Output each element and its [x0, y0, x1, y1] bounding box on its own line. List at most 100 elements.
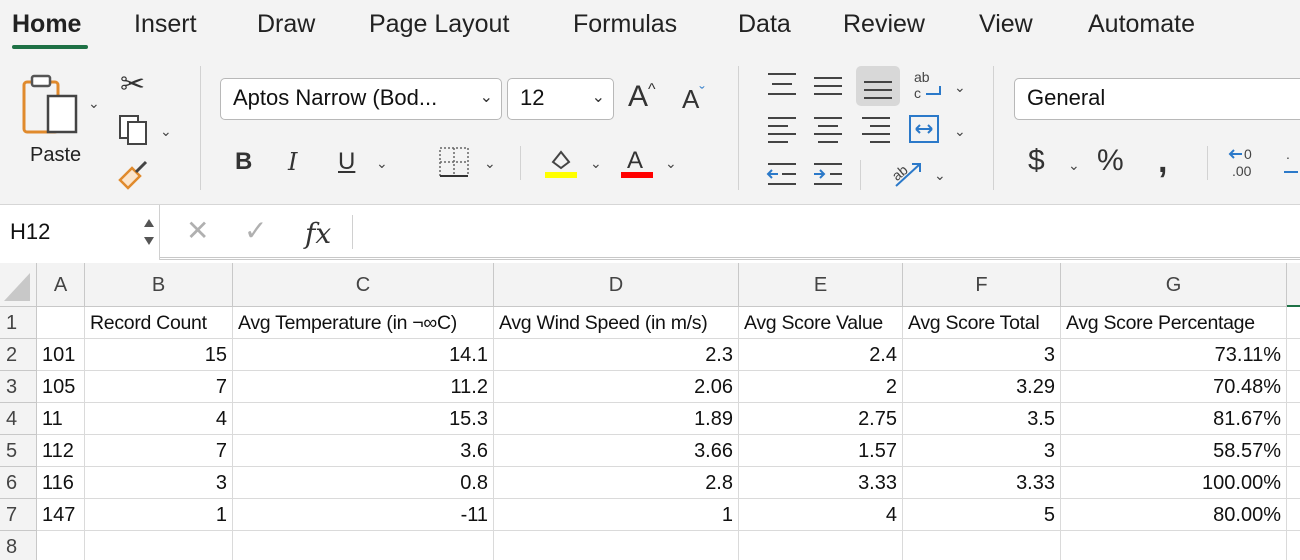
merge-center-button[interactable]	[908, 114, 942, 149]
table-cell[interactable]: 1.89	[494, 403, 739, 435]
name-box-stepper-icon[interactable]	[142, 213, 156, 251]
table-cell[interactable]	[494, 531, 739, 560]
table-cell[interactable]: 116	[37, 467, 85, 499]
insert-function-icon[interactable]: fx	[305, 217, 331, 250]
select-all-corner[interactable]	[0, 263, 37, 307]
table-cell[interactable]	[1287, 403, 1300, 435]
number-format-dropdown[interactable]: General	[1014, 78, 1300, 120]
table-cell[interactable]: 7	[85, 435, 233, 467]
bold-icon[interactable]: B	[235, 150, 252, 174]
font-color-button[interactable]: A	[619, 144, 655, 185]
align-bottom-button[interactable]	[856, 66, 900, 106]
table-cell[interactable]: 1	[494, 499, 739, 531]
enter-formula-icon[interactable]: ✓	[244, 217, 267, 245]
column-header-f[interactable]: F	[903, 263, 1061, 307]
table-cell[interactable]: 81.67%	[1061, 403, 1287, 435]
table-cell[interactable]: 3	[903, 339, 1061, 371]
align-left-button[interactable]	[766, 114, 800, 149]
align-right-button[interactable]	[860, 114, 894, 149]
table-cell[interactable]: 4	[739, 499, 903, 531]
percent-format-icon[interactable]: %	[1097, 146, 1124, 176]
table-cell[interactable]: -11	[233, 499, 494, 531]
cut-icon[interactable]: ✂	[120, 70, 145, 100]
tab-formulas[interactable]: Formulas	[573, 10, 677, 39]
tab-page-layout[interactable]: Page Layout	[369, 10, 509, 39]
column-header-d[interactable]: D	[494, 263, 739, 307]
table-cell[interactable]: 2.4	[739, 339, 903, 371]
table-cell[interactable]	[903, 531, 1061, 560]
table-cell[interactable]: 112	[37, 435, 85, 467]
table-cell[interactable]: 101	[37, 339, 85, 371]
table-cell[interactable]: 70.48%	[1061, 371, 1287, 403]
table-cell[interactable]: 73.11%	[1061, 339, 1287, 371]
table-cell[interactable]: 11	[37, 403, 85, 435]
tab-insert[interactable]: Insert	[134, 10, 197, 39]
table-cell[interactable]: 3.29	[903, 371, 1061, 403]
align-center-button[interactable]	[812, 114, 846, 149]
align-top-button[interactable]	[766, 70, 800, 105]
table-cell[interactable]	[1287, 371, 1300, 403]
table-cell[interactable]: 3	[903, 435, 1061, 467]
table-cell[interactable]: 2.75	[739, 403, 903, 435]
name-box[interactable]: H12	[0, 205, 160, 260]
row-header[interactable]: 5	[0, 435, 37, 467]
underline-options-chevron-icon[interactable]: ⌄	[376, 156, 388, 170]
row-header[interactable]: 6	[0, 467, 37, 499]
table-cell[interactable]: 2	[739, 371, 903, 403]
table-cell[interactable]	[37, 531, 85, 560]
table-cell[interactable]	[739, 531, 903, 560]
copy-options-chevron-icon[interactable]: ⌄	[160, 124, 172, 138]
header-cell[interactable]: Avg Score Total	[903, 307, 1061, 339]
header-cell[interactable]: Avg Wind Speed (in m/s)	[494, 307, 739, 339]
table-cell[interactable]: 105	[37, 371, 85, 403]
tab-review[interactable]: Review	[843, 10, 925, 39]
table-cell[interactable]: 11.2	[233, 371, 494, 403]
fill-color-button[interactable]	[543, 144, 579, 185]
align-middle-button[interactable]	[812, 70, 846, 105]
table-cell[interactable]: 2.8	[494, 467, 739, 499]
table-cell[interactable]	[1287, 467, 1300, 499]
table-cell[interactable]: 58.57%	[1061, 435, 1287, 467]
font-size-dropdown[interactable]: 12 ⌄	[507, 78, 614, 120]
row-header[interactable]: 2	[0, 339, 37, 371]
copy-button[interactable]	[118, 114, 150, 151]
paste-button[interactable]	[20, 74, 88, 140]
table-cell[interactable]	[1287, 307, 1300, 339]
font-name-dropdown[interactable]: Aptos Narrow (Bod... ⌄	[220, 78, 502, 120]
tab-automate[interactable]: Automate	[1088, 10, 1195, 39]
table-cell[interactable]: 14.1	[233, 339, 494, 371]
wrap-text-button[interactable]: ab c	[912, 68, 948, 107]
table-cell[interactable]: 80.00%	[1061, 499, 1287, 531]
increase-indent-button[interactable]	[812, 160, 846, 195]
table-cell[interactable]: 3.33	[903, 467, 1061, 499]
table-cell[interactable]	[1061, 531, 1287, 560]
header-cell[interactable]: Avg Score Value	[739, 307, 903, 339]
row-header[interactable]: 8	[0, 531, 37, 560]
decrease-indent-button[interactable]	[766, 160, 800, 195]
table-cell[interactable]	[1287, 435, 1300, 467]
table-cell[interactable]: 3.6	[233, 435, 494, 467]
header-cell[interactable]: Avg Temperature (in ¬∞C)	[233, 307, 494, 339]
table-cell[interactable]: 1.57	[739, 435, 903, 467]
column-header-a[interactable]: A	[37, 263, 85, 307]
table-cell[interactable]: 3	[85, 467, 233, 499]
table-cell[interactable]	[1287, 531, 1300, 560]
format-painter-button[interactable]	[116, 158, 150, 197]
merge-center-chevron-icon[interactable]: ⌄	[954, 124, 966, 138]
column-header-c[interactable]: C	[233, 263, 494, 307]
table-cell[interactable]: 5	[903, 499, 1061, 531]
tab-data[interactable]: Data	[738, 10, 791, 39]
table-cell[interactable]: 3.33	[739, 467, 903, 499]
table-cell[interactable]: 3.5	[903, 403, 1061, 435]
tab-view[interactable]: View	[979, 10, 1033, 39]
table-cell[interactable]	[233, 531, 494, 560]
currency-format-chevron-icon[interactable]: ⌄	[1068, 158, 1080, 172]
increase-decimal-button[interactable]: 0 .00	[1228, 144, 1268, 185]
header-cell[interactable]	[37, 307, 85, 339]
tab-home[interactable]: Home	[12, 10, 81, 39]
decrease-decimal-button[interactable]: .	[1282, 144, 1300, 185]
table-cell[interactable]	[1287, 499, 1300, 531]
table-cell[interactable]: 0.8	[233, 467, 494, 499]
header-cell[interactable]: Avg Score Percentage	[1061, 307, 1287, 339]
table-cell[interactable]: 15	[85, 339, 233, 371]
